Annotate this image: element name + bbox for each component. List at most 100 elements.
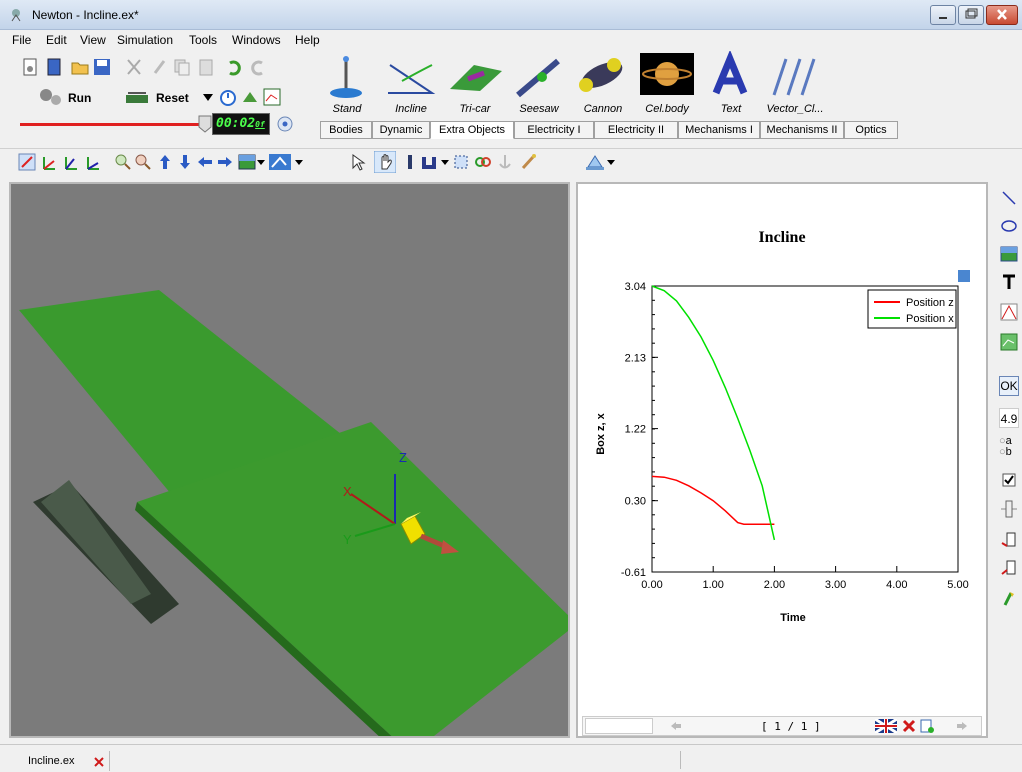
next-page-icon[interactable] (955, 719, 969, 733)
radio-b[interactable]: ○b (999, 447, 1021, 458)
graph-icon[interactable] (262, 87, 282, 107)
paste-icon[interactable] (196, 57, 216, 77)
display-mode-icon[interactable] (268, 153, 292, 171)
menu-edit[interactable]: Edit (46, 33, 67, 47)
background-icon[interactable] (238, 153, 256, 171)
step-icon[interactable] (240, 87, 260, 107)
run-gears-icon[interactable] (38, 87, 64, 107)
image-tool-icon[interactable] (999, 244, 1019, 264)
chart-canvas: Incline 0.00 1.00 2.00 3.00 4.00 5.00 -0.61 0.3… (595, 229, 970, 624)
delete-graph-icon[interactable] (901, 718, 917, 734)
light-icon[interactable] (584, 153, 606, 171)
tab-bodies[interactable]: Bodies (320, 121, 372, 139)
menu-view[interactable]: View (80, 33, 106, 47)
hand-tool-icon[interactable] (374, 151, 396, 173)
resize-icon[interactable] (452, 153, 470, 171)
object-label: Stand (332, 103, 362, 115)
zoom-in-icon[interactable] (114, 153, 132, 171)
ellipse-tool-icon[interactable] (999, 216, 1019, 236)
time-slider-track[interactable] (20, 123, 210, 126)
new-file-icon[interactable] (20, 57, 40, 77)
dropdown-icon[interactable] (256, 153, 266, 171)
timer-settings-icon[interactable] (276, 115, 294, 133)
add-graph-icon[interactable] (919, 718, 935, 734)
select-pointer-icon[interactable] (350, 153, 368, 171)
maximize-button[interactable] (958, 5, 984, 25)
curve-tool-icon[interactable] (999, 302, 1019, 322)
cut-icon[interactable] (124, 57, 144, 77)
undo-icon[interactable] (224, 57, 244, 77)
copy-icon[interactable] (172, 57, 192, 77)
menu-file[interactable]: File (12, 33, 31, 47)
dropdown-icon[interactable] (294, 153, 304, 171)
view-3d-icon[interactable] (84, 153, 102, 171)
menu-simulation[interactable]: Simulation (117, 33, 173, 47)
y-tick-label: 3.04 (625, 281, 646, 293)
dropdown-icon[interactable] (606, 153, 616, 171)
close-window-button[interactable] (986, 5, 1018, 25)
close-tab-icon[interactable] (94, 757, 104, 767)
export-icon[interactable] (999, 558, 1019, 578)
reset-icon[interactable] (124, 87, 150, 107)
slider-tool-icon[interactable] (999, 498, 1019, 520)
object-incline[interactable]: Incline (380, 51, 442, 119)
view-yz-icon[interactable] (40, 153, 58, 171)
save-graph-icon[interactable] (958, 270, 970, 282)
view-xy-icon[interactable] (62, 153, 80, 171)
line-tool-icon[interactable] (999, 188, 1019, 208)
ok-button[interactable]: OK (999, 376, 1019, 396)
reset-dropdown-icon[interactable] (202, 91, 214, 103)
link-icon[interactable] (474, 153, 492, 171)
menu-windows[interactable]: Windows (232, 33, 281, 47)
object-vector[interactable]: Vector_Cl... (764, 51, 826, 119)
file-tab[interactable]: Incline.ex (10, 751, 110, 771)
graph-name-field[interactable] (585, 718, 653, 734)
language-flag-icon[interactable] (875, 719, 897, 733)
paint-icon[interactable] (150, 57, 170, 77)
object-text[interactable]: Text (700, 49, 762, 119)
scene-3d-view[interactable]: Z X Y (9, 182, 570, 738)
document-icon[interactable] (44, 57, 64, 77)
arrow-right-icon[interactable] (216, 153, 234, 171)
tab-electricity-1[interactable]: Electricity I (514, 121, 594, 139)
rotate-icon[interactable] (420, 153, 438, 171)
open-folder-icon[interactable] (70, 57, 90, 77)
menu-tools[interactable]: Tools (189, 33, 217, 47)
object-cel-body[interactable]: Cel.body (636, 51, 698, 119)
run-button[interactable]: Run (68, 91, 91, 105)
body-tool-icon[interactable] (402, 153, 420, 171)
tab-dynamic[interactable]: Dynamic (372, 121, 430, 139)
tab-extra-objects[interactable]: Extra Objects (430, 121, 514, 139)
arrow-down-icon[interactable] (176, 153, 194, 171)
view-xz-icon[interactable] (18, 153, 36, 171)
object-cannon[interactable]: Cannon (572, 51, 634, 119)
number-field[interactable]: 4.9 (999, 408, 1019, 428)
arrow-left-icon[interactable] (196, 153, 214, 171)
zoom-out-icon[interactable] (134, 153, 152, 171)
reset-button[interactable]: Reset (156, 91, 189, 105)
import-icon[interactable] (999, 530, 1019, 550)
object-tricar[interactable]: Tri-car (444, 51, 506, 119)
minimize-button[interactable] (930, 5, 956, 25)
arrow-up-icon[interactable] (156, 153, 174, 171)
save-icon[interactable] (92, 57, 112, 77)
prev-page-icon[interactable] (669, 719, 683, 733)
anchor-icon[interactable] (496, 153, 514, 171)
object-seesaw[interactable]: Seesaw (508, 51, 570, 119)
stopwatch-icon[interactable] (218, 87, 238, 107)
text-tool-icon[interactable] (999, 272, 1019, 292)
tab-electricity-2[interactable]: Electricity II (594, 121, 678, 139)
brush-icon[interactable] (520, 153, 538, 171)
dropdown-icon[interactable] (440, 153, 450, 171)
menu-help[interactable]: Help (295, 33, 320, 47)
time-slider-handle[interactable] (198, 115, 212, 133)
graph-tools-bar: OK 4.9 ○a ○b (996, 180, 1022, 740)
brush-tool-icon[interactable] (999, 588, 1019, 608)
tab-mechanisms-2[interactable]: Mechanisms II (760, 121, 844, 139)
checkbox-icon[interactable] (999, 470, 1019, 490)
tab-optics[interactable]: Optics (844, 121, 898, 139)
object-stand[interactable]: Stand (316, 51, 378, 119)
tab-mechanisms-1[interactable]: Mechanisms I (678, 121, 760, 139)
chart-tool-icon[interactable] (999, 332, 1019, 352)
redo-icon[interactable] (248, 57, 268, 77)
